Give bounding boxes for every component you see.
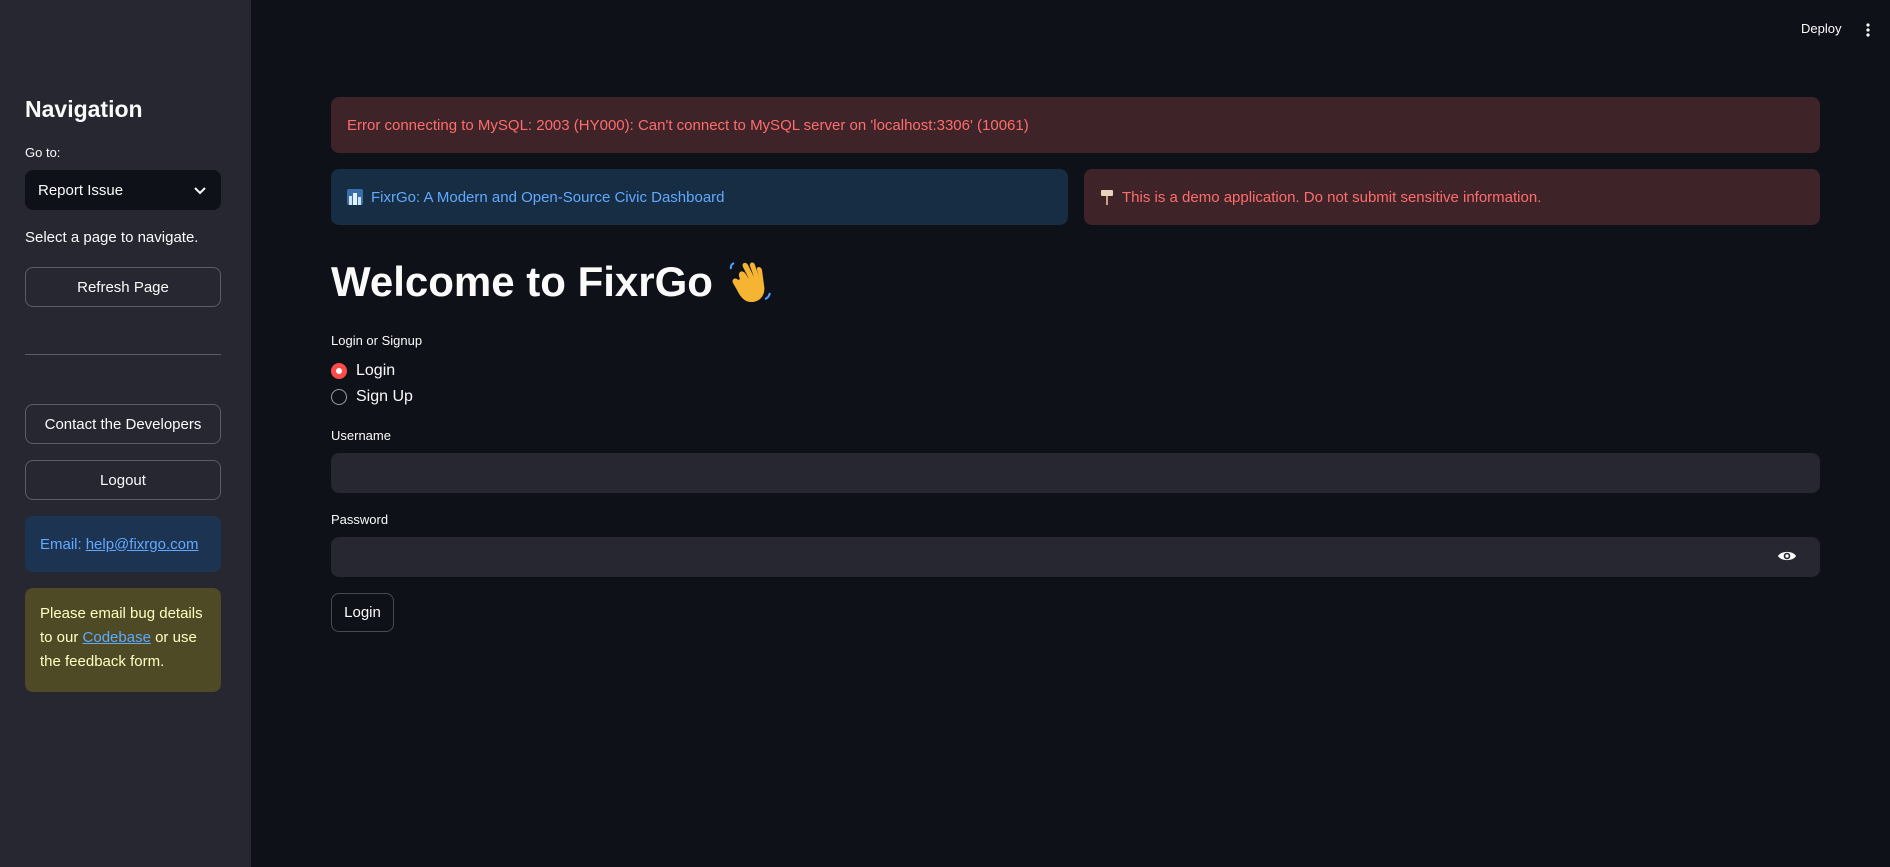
info-text: FixrGo: A Modern and Open-Source Civic D… [371, 188, 725, 206]
select-hint: Select a page to navigate. [25, 229, 199, 246]
radio-selected-indicator [331, 363, 347, 379]
page-title: Welcome to FixrGo [331, 258, 773, 306]
logout-button[interactable]: Logout [25, 460, 221, 500]
login-signup-label: Login or Signup [331, 333, 423, 348]
login-button[interactable]: Login [331, 593, 394, 632]
chevron-down-icon [192, 182, 208, 198]
kebab-menu-icon[interactable] [1862, 20, 1874, 40]
sidebar-divider [25, 354, 221, 355]
radio-signup[interactable]: Sign Up [331, 388, 413, 406]
radio-unselected-indicator [331, 389, 347, 405]
email-link[interactable]: help@fixrgo.com [86, 536, 199, 553]
deploy-button[interactable]: Deploy [1801, 21, 1841, 36]
page-select-value: Report Issue [38, 181, 124, 199]
info-alert: FixrGo: A Modern and Open-Source Civic D… [331, 169, 1068, 225]
bug-report-box: Please email bug details to our Codebase… [25, 588, 221, 692]
waving-hand-icon [727, 259, 773, 305]
password-input[interactable] [331, 537, 1820, 577]
username-input[interactable] [331, 453, 1820, 493]
cityscape-icon [347, 189, 363, 205]
db-error-alert: Error connecting to MySQL: 2003 (HY000):… [331, 97, 1820, 153]
radio-login-label: Login [356, 362, 396, 379]
signpost-icon [1100, 189, 1114, 205]
goto-label: Go to: [25, 145, 61, 160]
radio-login[interactable]: Login [331, 362, 395, 380]
radio-signup-label: Sign Up [356, 388, 413, 405]
password-label: Password [331, 512, 389, 527]
demo-warning-text: This is a demo application. Do not submi… [1122, 188, 1542, 206]
sidebar: Navigation Go to: Report Issue Select a … [0, 0, 251, 867]
refresh-page-button[interactable]: Refresh Page [25, 267, 221, 307]
email-prefix: Email: [40, 535, 82, 553]
app-root: Navigation Go to: Report Issue Select a … [0, 0, 1890, 867]
demo-warning-alert: This is a demo application. Do not submi… [1084, 169, 1820, 225]
db-error-text: Error connecting to MySQL: 2003 (HY000):… [347, 116, 1029, 134]
welcome-text: Welcome to FixrGo [331, 258, 713, 305]
codebase-link[interactable]: Codebase [83, 629, 151, 646]
page-select[interactable]: Report Issue [25, 170, 221, 210]
contact-developers-button[interactable]: Contact the Developers [25, 404, 221, 444]
sidebar-title: Navigation [25, 96, 143, 122]
username-label: Username [331, 428, 391, 443]
eye-icon[interactable] [1777, 548, 1797, 564]
email-info-box: Email: help@fixrgo.com [25, 516, 221, 572]
